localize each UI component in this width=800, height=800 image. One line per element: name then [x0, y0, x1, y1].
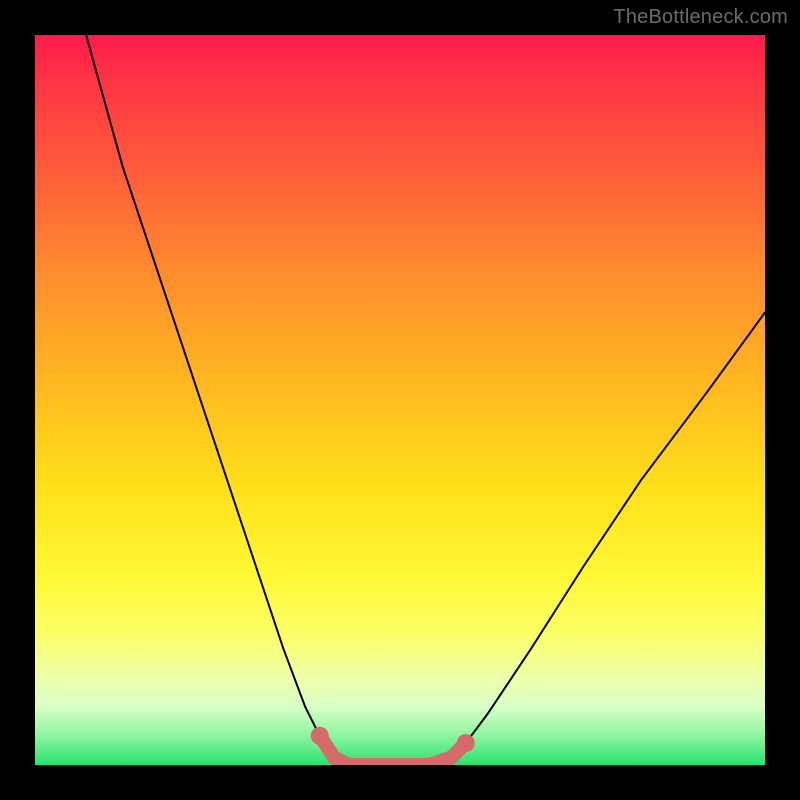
watermark-text: TheBottleneck.com — [613, 6, 788, 29]
marker-endpoint-dot — [457, 734, 475, 752]
plot-area — [35, 35, 765, 765]
chart-svg — [35, 35, 765, 765]
marker-endpoint-dot — [311, 727, 329, 745]
outer-frame: TheBottleneck.com — [0, 0, 800, 800]
bottleneck-curve — [86, 35, 765, 765]
optimal-range-marker — [320, 736, 466, 765]
